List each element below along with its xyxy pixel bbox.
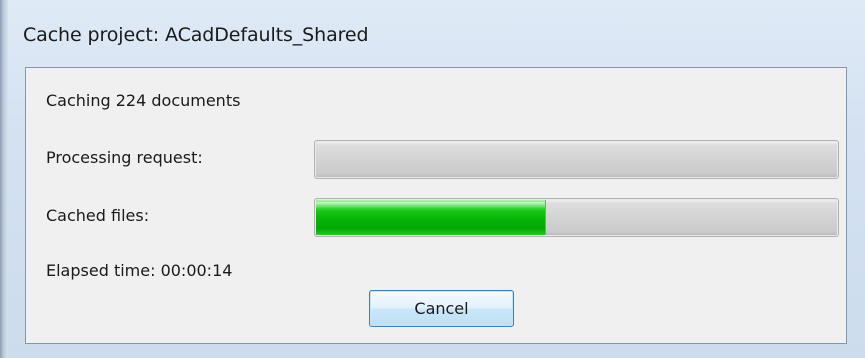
elapsed-time-text: Elapsed time: 00:00:14 bbox=[46, 261, 233, 280]
processing-request-progress-bar bbox=[314, 140, 839, 179]
caching-status-text: Caching 224 documents bbox=[46, 91, 241, 110]
cached-files-progress-fill bbox=[316, 200, 547, 235]
processing-request-label: Processing request: bbox=[46, 148, 203, 167]
window-title: Cache project: ACadDefaults_Shared bbox=[23, 24, 369, 46]
cancel-button[interactable]: Cancel bbox=[369, 290, 514, 327]
cached-files-label: Cached files: bbox=[46, 206, 150, 225]
dialog-content-panel: Caching 224 documents Processing request… bbox=[25, 67, 847, 344]
background-window-edge bbox=[0, 0, 8, 358]
cached-files-progress-bar bbox=[314, 198, 839, 237]
cache-project-dialog: Cache project: ACadDefaults_Shared Cachi… bbox=[8, 0, 865, 358]
